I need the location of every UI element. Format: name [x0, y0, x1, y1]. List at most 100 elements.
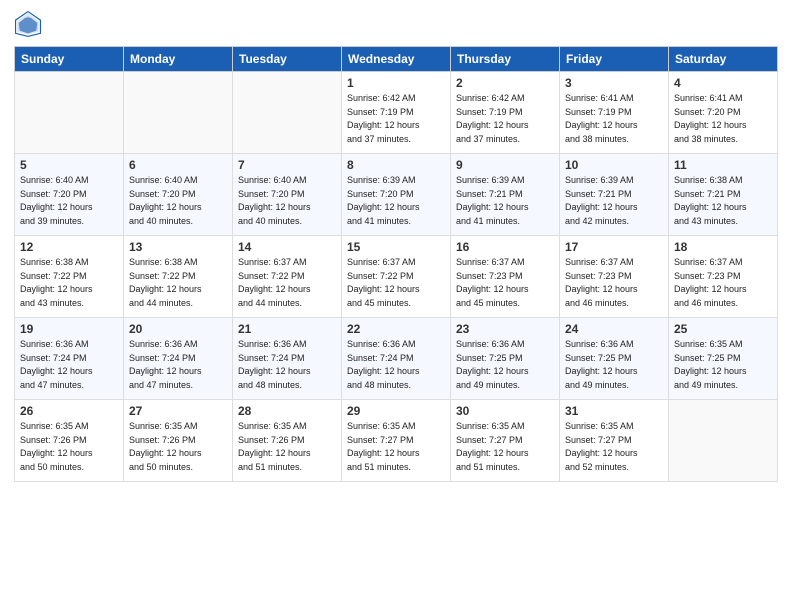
- empty-cell: [124, 72, 233, 154]
- day-number: 26: [20, 404, 118, 418]
- calendar-day-23: 23Sunrise: 6:36 AMSunset: 7:25 PMDayligh…: [451, 318, 560, 400]
- col-header-wednesday: Wednesday: [342, 47, 451, 72]
- calendar-day-19: 19 Sunrise: 6:36 AMSunset: 7:24 PMDayligh…: [15, 318, 124, 400]
- day-number: 13: [129, 240, 227, 254]
- calendar-day-22: 22Sunrise: 6:36 AMSunset: 7:24 PMDayligh…: [342, 318, 451, 400]
- calendar-day-13: 13 Sunrise: 6:38 AMSunset: 7:22 PMDayligh…: [124, 236, 233, 318]
- day-info: Sunrise: 6:36 AMSunset: 7:24 PMDaylight:…: [238, 338, 336, 392]
- calendar-day-11: 11Sunrise: 6:38 AMSunset: 7:21 PMDayligh…: [669, 154, 778, 236]
- calendar-day-3: 3Sunrise: 6:41 AMSunset: 7:19 PMDaylight…: [560, 72, 669, 154]
- calendar-day-6: 6Sunrise: 6:40 AMSunset: 7:20 PMDaylight…: [124, 154, 233, 236]
- day-info: Sunrise: 6:37 AMSunset: 7:23 PMDaylight:…: [456, 256, 554, 310]
- day-number: 4: [674, 76, 772, 90]
- calendar-week-2: 5 Sunrise: 6:40 AMSunset: 7:20 PMDaylight…: [15, 154, 778, 236]
- day-info: Sunrise: 6:37 AMSunset: 7:23 PMDaylight:…: [674, 256, 772, 310]
- day-info: Sunrise: 6:36 AMSunset: 7:24 PMDaylight:…: [20, 338, 118, 392]
- day-info: Sunrise: 6:35 AMSunset: 7:26 PMDaylight:…: [20, 420, 118, 474]
- day-info: Sunrise: 6:38 AMSunset: 7:21 PMDaylight:…: [674, 174, 772, 228]
- day-info: Sunrise: 6:39 AMSunset: 7:20 PMDaylight:…: [347, 174, 445, 228]
- day-number: 24: [565, 322, 663, 336]
- calendar-day-26: 26 Sunrise: 6:35 AMSunset: 7:26 PMDayligh…: [15, 400, 124, 482]
- calendar-day-12: 12 Sunrise: 6:38 AMSunset: 7:22 PMDayligh…: [15, 236, 124, 318]
- calendar-day-24: 24 Sunrise: 6:36 AMSunset: 7:25 PMDayligh…: [560, 318, 669, 400]
- empty-cell: [669, 400, 778, 482]
- day-number: 19: [20, 322, 118, 336]
- day-number: 15: [347, 240, 445, 254]
- day-number: 23: [456, 322, 554, 336]
- day-number: 6: [129, 158, 227, 172]
- empty-cell: [15, 72, 124, 154]
- day-number: 21: [238, 322, 336, 336]
- day-info: Sunrise: 6:41 AMSunset: 7:19 PMDaylight:…: [565, 92, 663, 146]
- day-info: Sunrise: 6:35 AMSunset: 7:26 PMDaylight:…: [129, 420, 227, 474]
- calendar-day-7: 7 Sunrise: 6:40 AMSunset: 7:20 PMDaylight…: [233, 154, 342, 236]
- day-info: Sunrise: 6:42 AMSunset: 7:19 PMDaylight:…: [456, 92, 554, 146]
- day-number: 20: [129, 322, 227, 336]
- calendar-day-20: 20 Sunrise: 6:36 AMSunset: 7:24 PMDayligh…: [124, 318, 233, 400]
- day-number: 5: [20, 158, 118, 172]
- calendar-day-14: 14 Sunrise: 6:37 AMSunset: 7:22 PMDayligh…: [233, 236, 342, 318]
- day-info: Sunrise: 6:36 AMSunset: 7:24 PMDaylight:…: [129, 338, 227, 392]
- col-header-sunday: Sunday: [15, 47, 124, 72]
- calendar-day-16: 16 Sunrise: 6:37 AMSunset: 7:23 PMDayligh…: [451, 236, 560, 318]
- day-number: 12: [20, 240, 118, 254]
- day-number: 29: [347, 404, 445, 418]
- calendar-day-2: 2 Sunrise: 6:42 AMSunset: 7:19 PMDaylight…: [451, 72, 560, 154]
- calendar-week-3: 12 Sunrise: 6:38 AMSunset: 7:22 PMDayligh…: [15, 236, 778, 318]
- day-number: 1: [347, 76, 445, 90]
- day-info: Sunrise: 6:37 AMSunset: 7:23 PMDaylight:…: [565, 256, 663, 310]
- day-info: Sunrise: 6:35 AMSunset: 7:27 PMDaylight:…: [347, 420, 445, 474]
- day-number: 7: [238, 158, 336, 172]
- calendar-day-10: 10 Sunrise: 6:39 AMSunset: 7:21 PMDayligh…: [560, 154, 669, 236]
- calendar-day-25: 25 Sunrise: 6:35 AMSunset: 7:25 PMDayligh…: [669, 318, 778, 400]
- day-number: 8: [347, 158, 445, 172]
- day-number: 2: [456, 76, 554, 90]
- col-header-saturday: Saturday: [669, 47, 778, 72]
- calendar-day-30: 30 Sunrise: 6:35 AMSunset: 7:27 PMDayligh…: [451, 400, 560, 482]
- calendar-day-9: 9 Sunrise: 6:39 AMSunset: 7:21 PMDaylight…: [451, 154, 560, 236]
- day-number: 25: [674, 322, 772, 336]
- day-number: 31: [565, 404, 663, 418]
- calendar-day-27: 27 Sunrise: 6:35 AMSunset: 7:26 PMDayligh…: [124, 400, 233, 482]
- logo: [14, 10, 44, 38]
- day-number: 9: [456, 158, 554, 172]
- logo-icon: [14, 10, 42, 38]
- day-info: Sunrise: 6:38 AMSunset: 7:22 PMDaylight:…: [129, 256, 227, 310]
- col-header-thursday: Thursday: [451, 47, 560, 72]
- col-header-friday: Friday: [560, 47, 669, 72]
- calendar-day-18: 18Sunrise: 6:37 AMSunset: 7:23 PMDayligh…: [669, 236, 778, 318]
- calendar-day-8: 8 Sunrise: 6:39 AMSunset: 7:20 PMDaylight…: [342, 154, 451, 236]
- day-info: Sunrise: 6:37 AMSunset: 7:22 PMDaylight:…: [238, 256, 336, 310]
- day-info: Sunrise: 6:37 AMSunset: 7:22 PMDaylight:…: [347, 256, 445, 310]
- day-info: Sunrise: 6:35 AMSunset: 7:27 PMDaylight:…: [565, 420, 663, 474]
- day-number: 22: [347, 322, 445, 336]
- calendar-day-29: 29 Sunrise: 6:35 AMSunset: 7:27 PMDayligh…: [342, 400, 451, 482]
- day-info: Sunrise: 6:36 AMSunset: 7:25 PMDaylight:…: [565, 338, 663, 392]
- day-number: 27: [129, 404, 227, 418]
- calendar-day-31: 31 Sunrise: 6:35 AMSunset: 7:27 PMDayligh…: [560, 400, 669, 482]
- calendar-table: SundayMondayTuesdayWednesdayThursdayFrid…: [14, 46, 778, 482]
- day-info: Sunrise: 6:39 AMSunset: 7:21 PMDaylight:…: [456, 174, 554, 228]
- day-number: 17: [565, 240, 663, 254]
- day-number: 30: [456, 404, 554, 418]
- day-number: 10: [565, 158, 663, 172]
- page-container: SundayMondayTuesdayWednesdayThursdayFrid…: [0, 0, 792, 488]
- day-info: Sunrise: 6:35 AMSunset: 7:27 PMDaylight:…: [456, 420, 554, 474]
- empty-cell: [233, 72, 342, 154]
- day-number: 14: [238, 240, 336, 254]
- calendar-week-5: 26 Sunrise: 6:35 AMSunset: 7:26 PMDayligh…: [15, 400, 778, 482]
- calendar-week-1: 1 Sunrise: 6:42 AMSunset: 7:19 PMDaylight…: [15, 72, 778, 154]
- calendar-day-17: 17 Sunrise: 6:37 AMSunset: 7:23 PMDayligh…: [560, 236, 669, 318]
- day-number: 28: [238, 404, 336, 418]
- day-info: Sunrise: 6:35 AMSunset: 7:25 PMDaylight:…: [674, 338, 772, 392]
- day-info: Sunrise: 6:39 AMSunset: 7:21 PMDaylight:…: [565, 174, 663, 228]
- col-header-monday: Monday: [124, 47, 233, 72]
- day-number: 16: [456, 240, 554, 254]
- calendar-day-15: 15 Sunrise: 6:37 AMSunset: 7:22 PMDayligh…: [342, 236, 451, 318]
- day-info: Sunrise: 6:40 AMSunset: 7:20 PMDaylight:…: [238, 174, 336, 228]
- day-info: Sunrise: 6:38 AMSunset: 7:22 PMDaylight:…: [20, 256, 118, 310]
- day-info: Sunrise: 6:42 AMSunset: 7:19 PMDaylight:…: [347, 92, 445, 146]
- header: [14, 10, 778, 38]
- col-header-tuesday: Tuesday: [233, 47, 342, 72]
- calendar-day-1: 1 Sunrise: 6:42 AMSunset: 7:19 PMDaylight…: [342, 72, 451, 154]
